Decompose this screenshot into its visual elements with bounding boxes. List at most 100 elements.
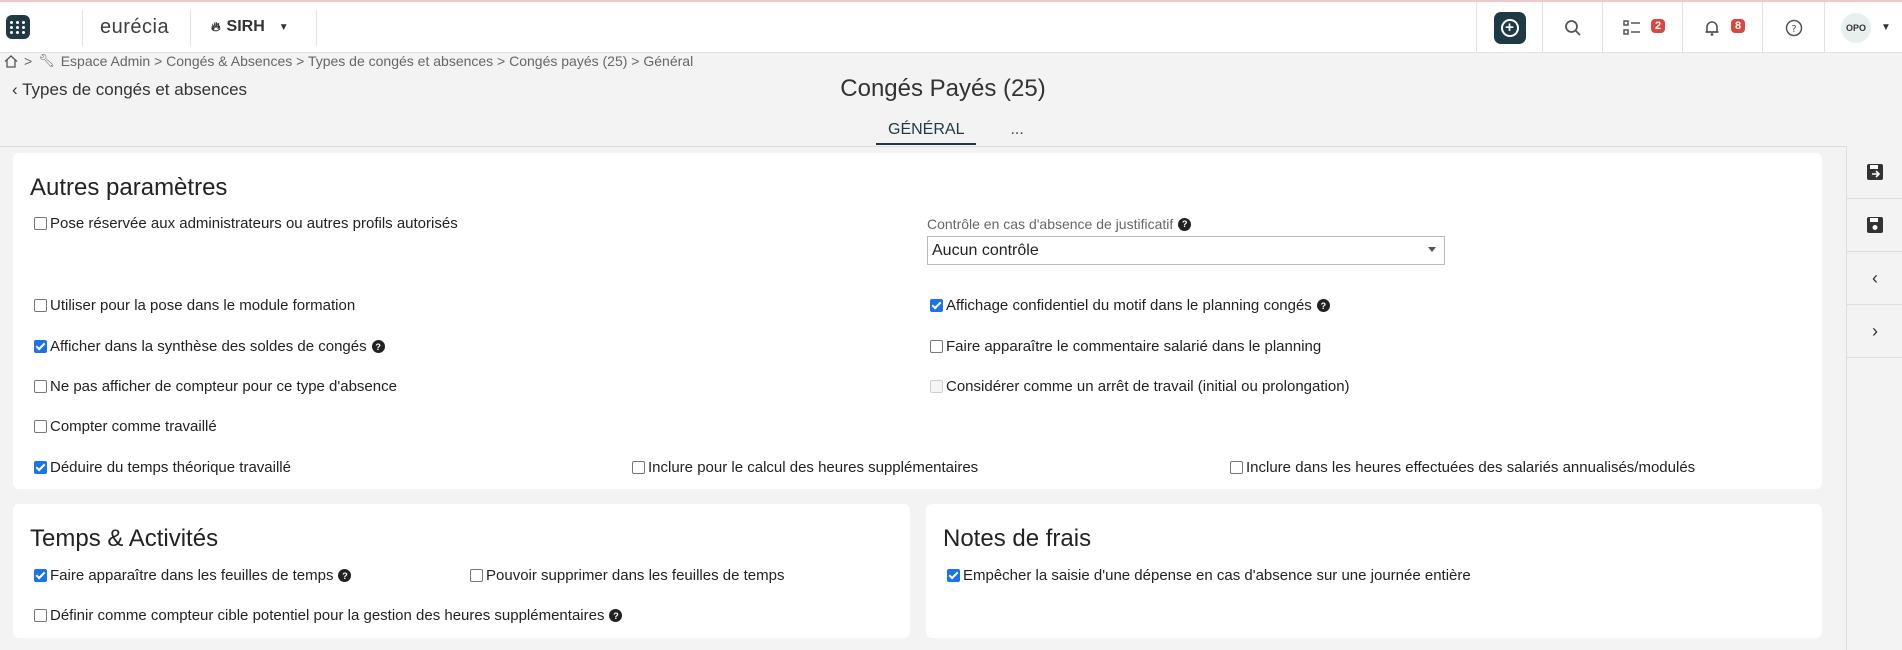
help-icon[interactable]: ? <box>1178 217 1192 231</box>
option-inclure-calcul-hs[interactable]: Inclure pour le calcul des heures supplé… <box>632 459 978 476</box>
notes-de-frais-panel: Notes de frais Empêcher la saisie d'une … <box>926 504 1822 638</box>
checkbox[interactable] <box>632 461 645 474</box>
tasks-button[interactable]: 2 <box>1602 2 1682 53</box>
floppy-disk-icon <box>1867 217 1883 233</box>
home-icon[interactable] <box>4 54 18 68</box>
checkbox[interactable] <box>930 299 943 312</box>
action-rail: ‹ › <box>1846 146 1902 650</box>
panel-title: Notes de frais <box>943 525 1092 552</box>
save-button[interactable] <box>1847 199 1902 252</box>
option-pouvoir-supprimer[interactable]: Pouvoir supprimer dans les feuilles de t… <box>470 567 784 584</box>
temps-activites-panel: Temps & Activités Faire apparaître dans … <box>13 504 910 638</box>
tab-general[interactable]: GÉNÉRAL <box>876 121 977 145</box>
tasks-badge: 2 <box>1651 19 1666 33</box>
panel-title: Temps & Activités <box>30 525 219 552</box>
option-inclure-annualises[interactable]: Inclure dans les heures effectuées des s… <box>1230 459 1695 476</box>
chevron-left-icon: ‹ <box>1872 267 1878 288</box>
caret-down-icon: ▼ <box>1881 22 1891 33</box>
apps-grid-icon[interactable] <box>6 15 30 39</box>
help-icon[interactable]: ? <box>371 340 385 353</box>
save-and-exit-button[interactable] <box>1847 146 1902 199</box>
checkbox[interactable] <box>34 340 47 353</box>
help-icon[interactable]: ? <box>1316 299 1330 312</box>
option-label: Ne pas afficher de compteur pour ce type… <box>50 378 397 395</box>
tasks-list-icon <box>1622 19 1640 35</box>
bell-icon <box>1705 20 1718 36</box>
option-affichage-confidentiel[interactable]: Affichage confidentiel du motif dans le … <box>930 297 1330 314</box>
option-label: Pose réservée aux administrateurs ou aut… <box>50 215 458 232</box>
plus-icon: + <box>1500 18 1519 37</box>
checkbox <box>930 380 943 393</box>
help-icon[interactable]: ? <box>338 569 352 582</box>
divider <box>82 10 83 46</box>
breadcrumb-separator: > <box>24 53 33 69</box>
save-exit-icon <box>1867 164 1883 180</box>
divider <box>190 10 191 46</box>
next-button[interactable]: › <box>1847 305 1902 358</box>
search-button[interactable] <box>1542 2 1602 53</box>
help-icon[interactable]: ? <box>609 609 623 622</box>
option-label: Utiliser pour la pose dans le module for… <box>50 297 356 314</box>
panel-title: Autres paramètres <box>30 174 228 201</box>
option-label: Empêcher la saisie d'une dépense en cas … <box>963 567 1471 584</box>
module-selector[interactable]: 🔥︎ SIRH ▼ <box>211 18 289 36</box>
add-button[interactable]: + <box>1493 11 1526 44</box>
checkbox[interactable] <box>34 380 47 393</box>
tab-divider <box>0 146 1846 147</box>
option-label: Affichage confidentiel du motif dans le … <box>946 297 1312 314</box>
breadcrumb: > 🔧︎ Espace Admin > Congés & Absences > … <box>4 53 693 69</box>
option-utiliser-formation[interactable]: Utiliser pour la pose dans le module for… <box>34 297 355 314</box>
checkbox[interactable] <box>1230 461 1243 474</box>
create-cell: + <box>1476 2 1542 53</box>
help-circle-icon: ? <box>1785 19 1802 36</box>
top-bar: eurécia 🔥︎ SIRH ▼ + 2 8 ? OPO ▼ <box>0 0 1902 53</box>
previous-button[interactable]: ‹ <box>1847 252 1902 305</box>
page-title: Congés Payés (25) <box>840 75 1046 102</box>
option-definir-compteur[interactable]: Définir comme compteur cible potentiel p… <box>34 607 623 624</box>
option-commentaire-planning[interactable]: Faire apparaître le commentaire salarié … <box>930 338 1321 355</box>
eurecia-logo[interactable]: eurécia <box>100 16 169 39</box>
option-label: Déduire du temps théorique travaillé <box>50 459 291 476</box>
dropdown-arrow-icon <box>1428 247 1436 252</box>
controle-select-value: Aucun contrôle <box>932 242 1039 259</box>
option-deduire-temps[interactable]: Déduire du temps théorique travaillé <box>34 459 291 476</box>
chevron-right-icon: › <box>1872 320 1878 341</box>
checkbox[interactable] <box>947 569 960 582</box>
option-ne-pas-afficher-compteur[interactable]: Ne pas afficher de compteur pour ce type… <box>34 378 397 395</box>
option-empecher-saisie[interactable]: Empêcher la saisie d'une dépense en cas … <box>947 567 1471 584</box>
option-label: Inclure pour le calcul des heures supplé… <box>648 459 979 476</box>
checkbox[interactable] <box>34 569 47 582</box>
checkbox[interactable] <box>34 299 47 312</box>
tab-more[interactable]: ... <box>998 121 1035 145</box>
option-afficher-synthese[interactable]: Afficher dans la synthèse des soldes de … <box>34 338 385 355</box>
checkbox[interactable] <box>34 217 47 230</box>
checkbox[interactable] <box>34 461 47 474</box>
autres-parametres-panel: Autres paramètres Pose réservée aux admi… <box>13 153 1822 489</box>
option-label: Faire apparaître dans les feuilles de te… <box>50 567 334 584</box>
option-feuilles-de-temps[interactable]: Faire apparaître dans les feuilles de te… <box>34 567 352 584</box>
controle-label-text: Contrôle en cas d'absence de justificati… <box>927 216 1174 232</box>
option-pose-reservee[interactable]: Pose réservée aux administrateurs ou aut… <box>34 215 458 232</box>
tab-bar: GÉNÉRAL ... <box>876 121 1036 145</box>
checkbox[interactable] <box>34 420 47 433</box>
controle-select[interactable]: Aucun contrôle <box>927 236 1445 265</box>
help-button[interactable]: ? <box>1762 2 1824 53</box>
option-label: Pouvoir supprimer dans les feuilles de t… <box>486 567 785 584</box>
option-label: Définir comme compteur cible potentiel p… <box>50 607 605 624</box>
search-icon <box>1564 19 1581 36</box>
option-compter-travaille[interactable]: Compter comme travaillé <box>34 418 217 435</box>
option-label: Inclure dans les heures effectuées des s… <box>1246 459 1696 476</box>
checkbox[interactable] <box>34 609 47 622</box>
option-label: Compter comme travaillé <box>50 418 217 435</box>
option-label: Afficher dans la synthèse des soldes de … <box>50 338 367 355</box>
user-menu[interactable]: OPO ▼ <box>1824 2 1902 53</box>
flame-icon: 🔥︎ <box>211 19 221 34</box>
wrench-icon: 🔧︎ <box>38 53 55 68</box>
module-label: SIRH <box>226 18 265 35</box>
checkbox[interactable] <box>930 340 943 353</box>
notifications-button[interactable]: 8 <box>1682 2 1762 53</box>
breadcrumb-path[interactable]: Espace Admin > Congés & Absences > Types… <box>61 53 693 69</box>
svg-text:?: ? <box>1791 24 1796 35</box>
checkbox[interactable] <box>470 569 483 582</box>
option-considerer-arret[interactable]: Considérer comme un arrêt de travail (in… <box>930 378 1350 395</box>
